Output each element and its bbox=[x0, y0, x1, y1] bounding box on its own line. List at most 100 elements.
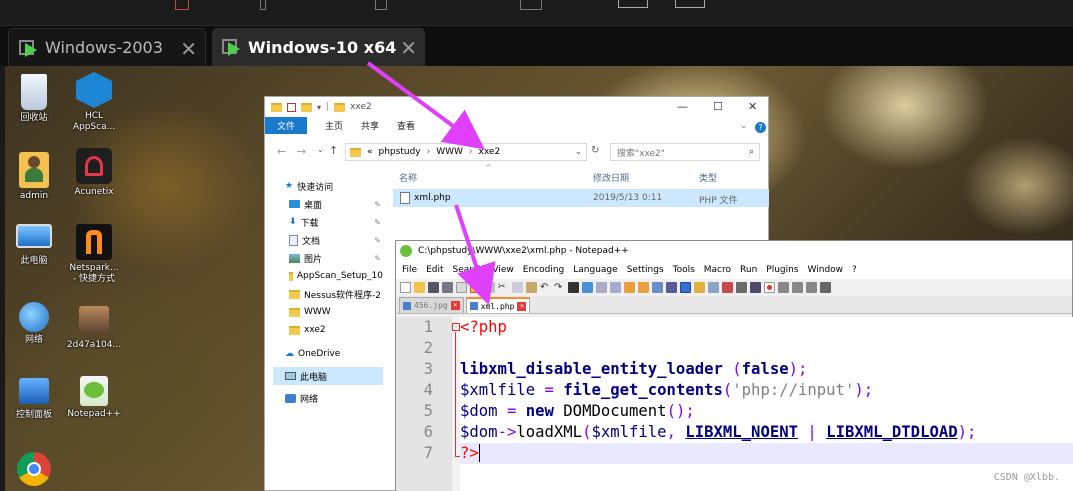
replace-icon[interactable] bbox=[582, 282, 593, 293]
checkbox-icon[interactable] bbox=[287, 102, 296, 112]
minimize-icon[interactable]: — bbox=[677, 100, 688, 113]
ribbon-tab-share[interactable]: 共享 bbox=[361, 119, 379, 132]
close-tab-icon[interactable]: × bbox=[450, 301, 460, 310]
save-macro-icon[interactable] bbox=[820, 282, 831, 293]
nav-quick-access[interactable]: ★ 快速访问 bbox=[273, 177, 383, 195]
menu-settings[interactable]: Settings bbox=[627, 265, 664, 275]
menu-plugins[interactable]: Plugins bbox=[766, 265, 798, 275]
ribbon-file-tab[interactable]: 文件 bbox=[265, 117, 307, 134]
desktop-icon-netsparker[interactable]: Netspark... - 快捷方式 bbox=[63, 224, 125, 285]
nav-pictures[interactable]: 图片 ✎ bbox=[273, 249, 383, 267]
paste-icon[interactable] bbox=[526, 282, 537, 293]
nav-xxe2-folder[interactable]: xxe2 bbox=[273, 321, 383, 339]
breadcrumb-phpstudy[interactable]: phpstudy bbox=[379, 147, 421, 157]
nav-desktop[interactable]: 桌面 ✎ bbox=[273, 195, 383, 213]
toolbar-icon[interactable] bbox=[618, 0, 648, 8]
zoom-out-icon[interactable] bbox=[610, 282, 621, 293]
function-list-icon[interactable] bbox=[722, 282, 733, 293]
desktop-icon-image-file[interactable]: 2d47a104... bbox=[63, 306, 125, 351]
folder-workspace-icon[interactable] bbox=[736, 282, 747, 293]
menu-search[interactable]: Search bbox=[453, 265, 484, 275]
word-wrap-icon[interactable] bbox=[652, 282, 663, 293]
open-file-icon[interactable] bbox=[414, 282, 425, 293]
play-macro-icon[interactable] bbox=[792, 282, 803, 293]
desktop-icon-control-panel[interactable]: 控制面板 bbox=[5, 378, 65, 421]
desktop-icon-recycle-bin[interactable]: 回收站 bbox=[5, 74, 65, 124]
column-modified[interactable]: 修改日期 bbox=[593, 171, 629, 184]
recent-dropdown-icon[interactable]: ⌄ bbox=[317, 145, 324, 154]
indent-guide-icon[interactable] bbox=[680, 282, 691, 293]
nav-onedrive[interactable]: ☁ OneDrive bbox=[273, 345, 383, 363]
vm-tab-windows-10[interactable]: Windows-10 x64 ✕ bbox=[212, 28, 425, 66]
refresh-icon[interactable]: ↻ bbox=[591, 145, 599, 156]
code-editor[interactable]: 1 2 3 4 5 6 7 - <?php libxml_disable_ent… bbox=[396, 317, 1073, 491]
monitoring-icon[interactable] bbox=[750, 282, 761, 293]
tab-456-jpg[interactable]: 456.jpg × bbox=[399, 297, 464, 313]
menu-run[interactable]: Run bbox=[740, 265, 757, 275]
back-icon[interactable]: ← bbox=[277, 145, 286, 158]
close-icon[interactable]: ✕ bbox=[748, 100, 757, 113]
chevron-down-icon[interactable]: ⌄ bbox=[740, 121, 748, 131]
doc-map-icon[interactable] bbox=[708, 282, 719, 293]
menu-language[interactable]: Language bbox=[573, 265, 617, 275]
help-icon[interactable]: ? bbox=[755, 122, 766, 133]
forward-icon[interactable]: → bbox=[297, 145, 306, 158]
dropdown-icon[interactable]: ▾ bbox=[317, 103, 321, 112]
record-macro-icon[interactable] bbox=[764, 282, 775, 293]
breadcrumb-xxe2[interactable]: xxe2 bbox=[479, 147, 501, 157]
sync-vertical-icon[interactable] bbox=[624, 282, 635, 293]
print-icon[interactable] bbox=[484, 282, 495, 293]
ribbon-tab-home[interactable]: 主页 bbox=[325, 119, 343, 132]
nav-downloads[interactable]: ⬇ 下载 ✎ bbox=[273, 213, 383, 231]
close-icon[interactable]: ✕ bbox=[180, 37, 197, 61]
close-all-icon[interactable] bbox=[470, 282, 481, 293]
nav-appscan-folder[interactable]: AppScan_Setup_10 bbox=[273, 267, 383, 285]
tab-xml-php[interactable]: xml.php × bbox=[465, 297, 531, 313]
copy-icon[interactable] bbox=[512, 282, 523, 293]
ribbon-tab-view[interactable]: 查看 bbox=[397, 119, 415, 132]
close-tab-icon[interactable]: × bbox=[517, 301, 527, 311]
nav-nessus-folder[interactable]: Nessus软件程序-2 bbox=[273, 285, 383, 303]
desktop-icon-chrome[interactable] bbox=[5, 452, 65, 489]
toolbar-icon[interactable] bbox=[520, 0, 542, 10]
run-macro-multiple-icon[interactable] bbox=[806, 282, 817, 293]
search-input[interactable]: 搜索"xxe2" ⌕ bbox=[610, 143, 760, 161]
toolbar-icon[interactable] bbox=[375, 0, 387, 10]
menu-window[interactable]: Window bbox=[808, 265, 844, 275]
desktop-icon-network[interactable]: 网络 bbox=[5, 302, 65, 346]
find-icon[interactable] bbox=[568, 282, 579, 293]
cut-icon[interactable]: ✂ bbox=[498, 282, 509, 293]
menu-tools[interactable]: Tools bbox=[673, 265, 695, 275]
desktop-icon-hcl-appscan[interactable]: HCL AppSca... bbox=[63, 72, 125, 133]
save-all-icon[interactable] bbox=[442, 282, 453, 293]
menu-view[interactable]: View bbox=[492, 265, 513, 275]
redo-icon[interactable]: ↷ bbox=[554, 282, 565, 293]
fold-minus-icon[interactable]: - bbox=[452, 323, 460, 331]
all-chars-icon[interactable] bbox=[666, 282, 677, 293]
toolbar-icon[interactable] bbox=[675, 0, 705, 8]
maximize-icon[interactable]: ☐ bbox=[713, 100, 723, 113]
define-language-icon[interactable] bbox=[694, 282, 705, 293]
zoom-in-icon[interactable] bbox=[596, 282, 607, 293]
close-icon[interactable]: ✕ bbox=[400, 36, 417, 60]
new-file-icon[interactable] bbox=[400, 282, 411, 293]
column-name[interactable]: 名称 bbox=[399, 171, 417, 184]
desktop-icon-notepadpp[interactable]: Notepad++ bbox=[63, 376, 125, 420]
address-bar[interactable]: « phpstudy › WWW › xxe2 ⌄ bbox=[345, 143, 587, 161]
toolbar-icon[interactable] bbox=[175, 0, 189, 10]
menu-help[interactable]: ? bbox=[852, 265, 857, 275]
breadcrumb-www[interactable]: WWW bbox=[436, 147, 463, 157]
menu-file[interactable]: File bbox=[402, 265, 417, 275]
stop-macro-icon[interactable] bbox=[778, 282, 789, 293]
menu-encoding[interactable]: Encoding bbox=[523, 265, 564, 275]
menu-edit[interactable]: Edit bbox=[426, 265, 443, 275]
desktop-icon-admin[interactable]: admin bbox=[5, 152, 65, 202]
close-file-icon[interactable] bbox=[456, 282, 467, 293]
sync-horizontal-icon[interactable] bbox=[638, 282, 649, 293]
nav-www-folder[interactable]: WWW bbox=[273, 303, 383, 321]
save-icon[interactable] bbox=[428, 282, 439, 293]
nav-documents[interactable]: 文档 ✎ bbox=[273, 231, 383, 249]
vm-tab-windows-2003[interactable]: Windows-2003 ✕ bbox=[8, 28, 206, 66]
undo-icon[interactable]: ↶ bbox=[540, 282, 551, 293]
toolbar-icon[interactable] bbox=[260, 0, 266, 10]
